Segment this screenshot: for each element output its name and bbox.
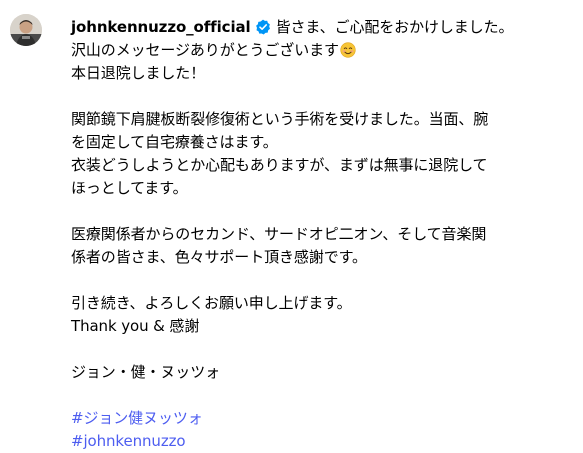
caption-line: 衣装どうしようとか心配もありますが、まずは無事に退院して xyxy=(71,156,488,174)
instagram-post-caption: johnkennuzzo_official 皆さま、ご心配をおかけしました。 沢… xyxy=(0,0,583,453)
caption-line: 本日退院しました！ xyxy=(71,64,206,82)
smiling-face-emoji-icon xyxy=(340,42,356,58)
caption-header: johnkennuzzo_official 皆さま、ご心配をおかけしました。 xyxy=(71,16,571,39)
avatar-image xyxy=(10,14,42,46)
caption-line: Thank you & 感謝 xyxy=(71,317,200,335)
caption-line: 沢山のメッセージありがとうございます xyxy=(71,41,339,59)
username-link[interactable]: johnkennuzzo_official xyxy=(71,18,251,36)
caption-line: 医療関係者からのセカンド、サードオピ二オン、そして音楽関 xyxy=(71,225,487,243)
caption-line-with-emoji: 沢山のメッセージありがとうございます xyxy=(71,39,571,62)
hashtag-link[interactable]: #johnkennuzzo xyxy=(71,430,571,453)
caption: johnkennuzzo_official 皆さま、ご心配をおかけしました。 沢… xyxy=(71,16,571,453)
caption-line: 引き続き、よろしくお願い申し上げます。 xyxy=(71,294,352,312)
caption-line: 係者の皆さま、色々サポート頂き感謝です。 xyxy=(71,248,367,266)
verified-badge-icon xyxy=(255,19,271,35)
caption-line: 関節鏡下肩腱板断裂修復術という手術を受けました。当面、腕 xyxy=(71,110,489,128)
avatar[interactable] xyxy=(10,14,42,46)
caption-line: ほっとしてます。 xyxy=(71,179,188,197)
hashtag-link[interactable]: #ジョン健ヌッツォ xyxy=(71,407,571,430)
signature-line: ジョン・健・ヌッツォ xyxy=(71,363,221,381)
caption-line: を固定して自宅療養さはます。 xyxy=(71,133,278,151)
caption-line: 皆さま、ご心配をおかけしました。 xyxy=(275,18,514,36)
